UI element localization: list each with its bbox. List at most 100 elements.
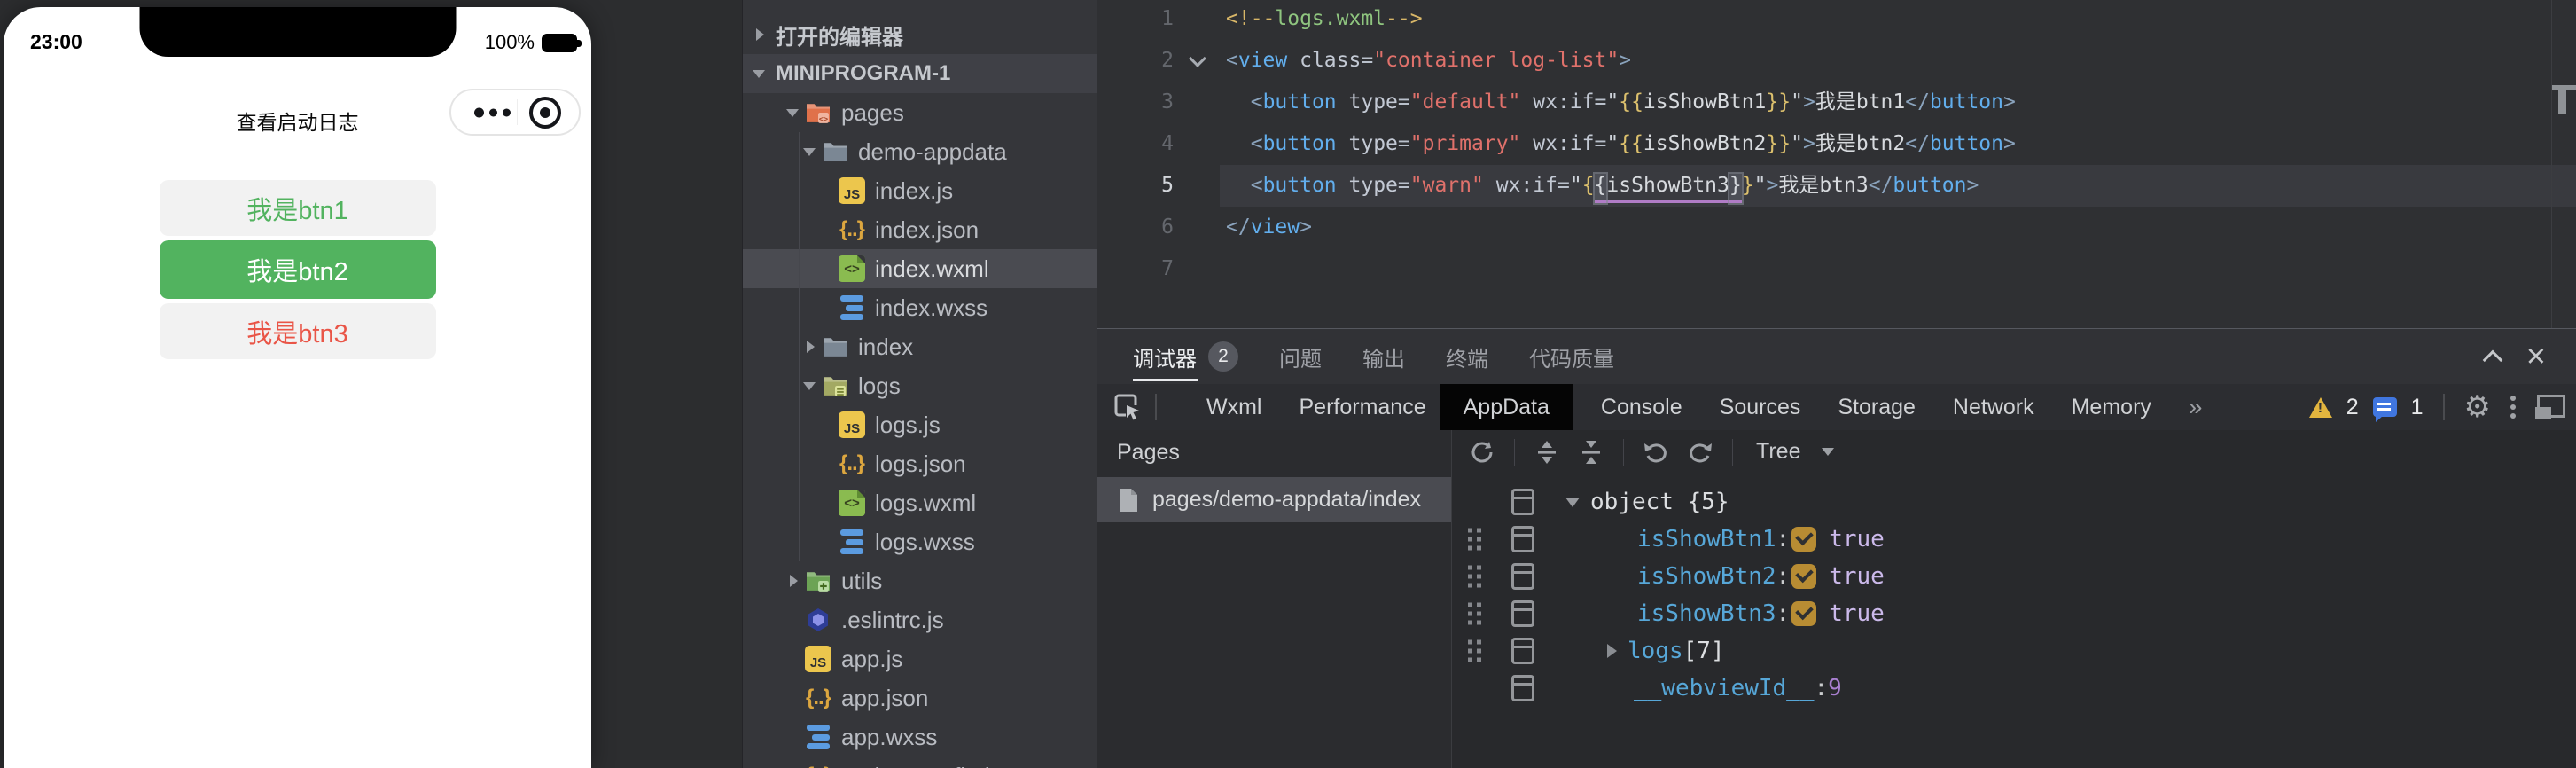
drag-handle-icon[interactable] <box>1468 602 1481 625</box>
code-line-5[interactable]: 5 <button type="warn" wx:if="{{isShowBtn… <box>1097 165 2576 207</box>
panel-tab-终端[interactable]: 终端 <box>1446 329 1488 384</box>
page-file-icon <box>1120 488 1137 512</box>
cell-icon <box>1511 675 1534 701</box>
panel-tab-输出[interactable]: 输出 <box>1362 329 1405 384</box>
collapse-all-icon[interactable] <box>1579 440 1604 465</box>
cell-icon <box>1511 489 1534 515</box>
capsule-menu[interactable] <box>449 89 581 136</box>
view-mode-select[interactable]: Tree <box>1756 439 1800 465</box>
devtools-tab-Sources[interactable]: Sources <box>1720 384 1801 430</box>
wxml-icon: <> <box>838 489 866 517</box>
cell-icon <box>1511 638 1534 664</box>
appdata-tree-panel: Tree object {5} isShowBtn1 : true isShowBt… <box>1452 430 2576 768</box>
redo-icon[interactable] <box>1688 440 1713 465</box>
settings-icon[interactable]: ⚙ <box>2464 389 2491 425</box>
tree-item-index.json[interactable]: {..} index.json <box>743 210 1097 249</box>
battery-icon <box>542 33 582 52</box>
checkbox-checked-icon[interactable] <box>1791 527 1817 552</box>
code-line-7[interactable]: 7 <box>1097 248 2576 290</box>
wx-button-warn[interactable]: 我是btn3 <box>159 303 436 359</box>
simulator-phone: 23:00 100% 查看启动日志 我是btn1 我是btn2 我是btn3 <box>4 7 591 768</box>
tree-item-app.js[interactable]: JS app.js <box>743 639 1097 678</box>
status-battery-group: 100% <box>485 31 582 54</box>
close-panel-icon[interactable]: × <box>2526 340 2546 373</box>
appdata-tree-row[interactable]: isShowBtn2 : true <box>1452 558 2576 595</box>
tree-item-app.wxss[interactable]: app.wxss <box>743 717 1097 756</box>
devtools-tab-»[interactable]: » <box>2189 384 2203 430</box>
checkbox-checked-icon[interactable] <box>1791 601 1817 626</box>
tree-item-project.config.json[interactable]: {..}project.config.json <box>743 756 1097 768</box>
js-icon: JS <box>838 411 866 439</box>
code-line-3[interactable]: 3 <button type="default" wx:if="{{isShow… <box>1097 82 2576 123</box>
inspect-element-icon[interactable] <box>1113 393 1142 421</box>
folder-icon <box>821 137 849 166</box>
tree-item-pages[interactable]: <> pages <box>743 93 1097 132</box>
caret-down-icon[interactable] <box>1565 497 1580 507</box>
appdata-tree-row[interactable]: object {5} <box>1452 483 2576 521</box>
refresh-icon[interactable] <box>1470 440 1495 465</box>
panel-tab-代码质量[interactable]: 代码质量 <box>1529 329 1614 384</box>
warning-count: 2 <box>2346 394 2359 419</box>
code-line-4[interactable]: 4 <button type="primary" wx:if="{{isShow… <box>1097 123 2576 165</box>
utils-folder-icon <box>804 567 832 595</box>
file-explorer: 打开的编辑器 MINIPROGRAM-1 <> pages demo-appdata JS… <box>742 0 1097 768</box>
more-icon[interactable] <box>474 107 511 117</box>
code-line-2[interactable]: 2 <view class="container log-list"> <box>1097 40 2576 82</box>
tree-item-utils[interactable]: utils <box>743 561 1097 600</box>
panel-tab-调试器[interactable]: 调试器 2 <box>1133 329 1238 384</box>
tree-item-index.wxml[interactable]: <> index.wxml <box>743 249 1097 288</box>
tree-item-logs.wxss[interactable]: logs.wxss <box>743 522 1097 561</box>
checkbox-checked-icon[interactable] <box>1791 564 1817 589</box>
tree-item-index.wxss[interactable]: index.wxss <box>743 288 1097 327</box>
appdata-tree-row[interactable]: isShowBtn1 : true <box>1452 521 2576 558</box>
tree-item-demo-appdata[interactable]: demo-appdata <box>743 132 1097 171</box>
cell-icon <box>1511 526 1534 552</box>
devtools-tabbar: Wxml Performance AppData Console Sources Stor… <box>1097 384 2576 430</box>
exit-icon[interactable] <box>529 96 561 129</box>
devtools-tab-Memory[interactable]: Memory <box>2072 384 2151 430</box>
panel-tabs: 调试器 2 问题 输出 终端 代码质量 × <box>1097 329 2576 384</box>
drag-handle-icon[interactable] <box>1468 565 1481 588</box>
page-item-selected[interactable]: pages/demo-appdata/index <box>1097 477 1451 522</box>
tree-item-index.js[interactable]: JS index.js <box>743 171 1097 210</box>
devtools-tab-AppData[interactable]: AppData <box>1440 384 1573 430</box>
tree-item-MINIPROGRAM-1[interactable]: MINIPROGRAM-1 <box>743 54 1097 93</box>
tree-item-logs.wxml[interactable]: <> logs.wxml <box>743 483 1097 522</box>
devtools-tab-Storage[interactable]: Storage <box>1838 384 1916 430</box>
eslint-icon <box>804 606 832 634</box>
more-options-icon[interactable] <box>2505 396 2521 419</box>
editor-scrollbar[interactable] <box>2551 0 2576 328</box>
collapse-panel-icon[interactable] <box>2482 349 2503 371</box>
devtools-tab-Wxml[interactable]: Wxml <box>1206 384 1261 430</box>
panel-tab-问题[interactable]: 问题 <box>1279 329 1322 384</box>
drag-handle-icon[interactable] <box>1468 528 1481 551</box>
wxml-icon: <> <box>838 255 866 283</box>
wx-button-primary[interactable]: 我是btn2 <box>159 240 436 299</box>
code-line-6[interactable]: 6 </view> <box>1097 207 2576 248</box>
code-editor[interactable]: 1 <!--logs.wxml--> 2 <view class="container… <box>1097 0 2576 328</box>
wxss-icon <box>838 528 866 556</box>
tree-item-logs.json[interactable]: {..} logs.json <box>743 444 1097 483</box>
wxss-icon <box>838 294 866 322</box>
drag-handle-icon[interactable] <box>1468 639 1481 662</box>
code-line-1[interactable]: 1 <!--logs.wxml--> <box>1097 0 2576 40</box>
tree-item-打开的编辑器[interactable]: 打开的编辑器 <box>743 15 1097 54</box>
warning-icon[interactable] <box>2308 396 2332 418</box>
caret-right-icon[interactable] <box>1607 644 1617 658</box>
message-icon[interactable] <box>2372 397 2397 422</box>
appdata-tree-row[interactable]: logs [7] <box>1452 632 2576 670</box>
devtools-tab-Network[interactable]: Network <box>1953 384 2034 430</box>
dock-side-icon[interactable] <box>2535 395 2565 419</box>
devtools-tab-Console[interactable]: Console <box>1601 384 1682 430</box>
tree-item-logs.js[interactable]: JS logs.js <box>743 405 1097 444</box>
appdata-tree-row[interactable]: __webviewId__ : 9 <box>1452 670 2576 707</box>
tree-item-logs[interactable]: logs <box>743 366 1097 405</box>
tree-item-app.json[interactable]: {..} app.json <box>743 678 1097 717</box>
tree-item-index[interactable]: index <box>743 327 1097 366</box>
devtools-tab-Performance[interactable]: Performance <box>1299 384 1425 430</box>
wx-button-default[interactable]: 我是btn1 <box>159 180 436 236</box>
undo-icon[interactable] <box>1643 440 1668 465</box>
expand-all-icon[interactable] <box>1534 440 1559 465</box>
tree-item-.eslintrc.js[interactable]: .eslintrc.js <box>743 600 1097 639</box>
appdata-tree-row[interactable]: isShowBtn3 : true <box>1452 595 2576 632</box>
